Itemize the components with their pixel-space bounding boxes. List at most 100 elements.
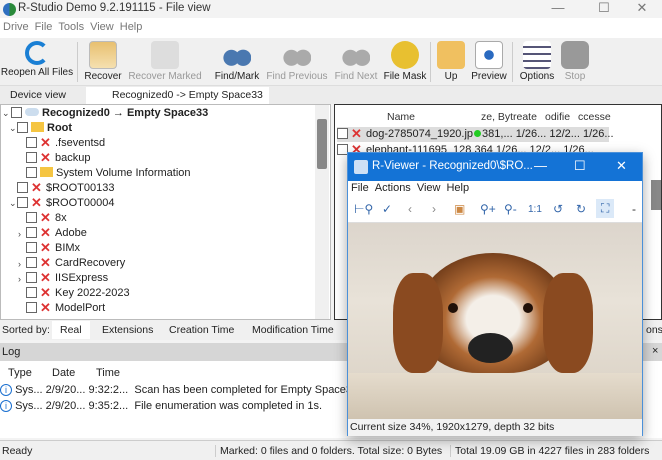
fit-to-window-icon[interactable]: ⛶ — [596, 199, 615, 218]
options-button[interactable]: Options — [517, 38, 557, 86]
check-icon[interactable]: ✓ — [382, 202, 392, 216]
recover-button[interactable]: Recover — [82, 38, 124, 86]
sliders-icon — [523, 41, 551, 69]
column-accessed[interactable]: ccesse — [578, 111, 611, 123]
chevron-right-icon[interactable]: › — [18, 274, 21, 284]
tree-item[interactable]: ✕ $ROOT00004 — [17, 196, 114, 211]
sorted-by-label: Sorted by: — [2, 324, 50, 336]
tree-scrollbar[interactable] — [315, 105, 329, 319]
folder-tree: Recognized0 → Empty Space33 Root ✕ .fseve… — [0, 104, 331, 320]
stop-icon — [561, 41, 589, 69]
tree-item[interactable]: ✕ backup — [26, 151, 90, 166]
menu-bar: Drive File Tools View Help — [0, 18, 662, 38]
sort-tab-creation-time[interactable]: Creation Time — [169, 324, 234, 336]
tree-item[interactable]: ✕ CardRecovery — [26, 256, 125, 271]
tab-recognized0[interactable]: Recognized0 -> Empty Space33 — [86, 87, 269, 104]
tree-item[interactable]: System Volume Information — [26, 166, 191, 181]
reopen-all-files-button[interactable]: Reopen All Files — [0, 38, 74, 86]
log-col-type[interactable]: Type — [8, 367, 32, 379]
viewer-menu-file[interactable]: File — [348, 181, 372, 195]
go-to-icon[interactable]: ⊢⚲ — [354, 202, 373, 216]
tab-device-view[interactable]: Device view — [4, 87, 72, 104]
tree-item[interactable]: ✕ ModelPort — [26, 301, 105, 316]
column-modified[interactable]: odifie — [545, 111, 570, 123]
menu-view[interactable]: View — [87, 18, 117, 36]
menu-help[interactable]: Help — [117, 18, 146, 36]
log-close-button[interactable]: × — [652, 345, 658, 357]
sort-tab-real[interactable]: Real — [52, 321, 90, 339]
menu-tools[interactable]: Tools — [55, 18, 87, 36]
viewer-menu-help[interactable]: Help — [443, 181, 472, 195]
log-row[interactable]: i Sys... 2/9/20... 9:35:2... File enumer… — [0, 399, 322, 414]
rotate-left-icon[interactable]: ↺ — [553, 202, 563, 216]
find-next-button[interactable]: Find Next — [332, 38, 380, 86]
actual-size-icon[interactable]: 1:1 — [528, 204, 542, 215]
log-col-time[interactable]: Time — [96, 367, 120, 379]
tree-item[interactable]: ✕ $ROOT00133 — [17, 181, 114, 196]
column-size[interactable]: ze, Byt — [481, 111, 513, 123]
view-tabs: Device view Recognized0 -> Empty Space33 — [0, 86, 662, 104]
chevron-down-icon[interactable]: ⌄ — [9, 198, 17, 209]
preview-button[interactable]: Preview — [469, 38, 509, 86]
find-previous-button[interactable]: Find Previous — [264, 38, 330, 86]
log-col-date[interactable]: Date — [52, 367, 75, 379]
viewer-menu-view[interactable]: View — [414, 181, 444, 195]
stop-button[interactable]: Stop — [559, 38, 591, 86]
tree-item[interactable]: ✕ BIMx — [26, 241, 80, 256]
list-scrollbar[interactable] — [651, 180, 661, 210]
tree-item[interactable]: ✕ Adobe — [26, 226, 87, 241]
column-created[interactable]: reate — [513, 111, 537, 123]
chevron-right-icon[interactable]: › — [18, 229, 21, 239]
status-ready: Ready — [2, 445, 33, 457]
sort-tab-extensions[interactable]: Extensions — [102, 324, 153, 336]
viewer-app-icon — [354, 160, 368, 174]
previous-icon[interactable]: ‹ — [408, 202, 412, 216]
deleted-folder-icon: ✕ — [40, 225, 51, 240]
tree-item[interactable]: Recognized0 → Empty Space33 — [3, 106, 208, 121]
up-button[interactable]: Up — [435, 38, 467, 86]
tree-item[interactable]: ✕ IISExpress — [26, 271, 108, 286]
zoom-out-icon[interactable]: ⚲- — [504, 202, 517, 216]
sort-tab-partial[interactable]: ons — [646, 324, 662, 336]
tree-item[interactable]: ✕ .fseventsd — [26, 136, 105, 151]
close-button[interactable]: ✕ — [622, 0, 662, 18]
column-name[interactable]: Name — [387, 111, 415, 123]
binoculars-prev-icon — [283, 41, 311, 69]
tree-item[interactable]: Root — [9, 121, 72, 136]
viewer-minimize-button[interactable]: — — [534, 158, 547, 173]
table-row[interactable]: ✕ dog-2785074_1920.jp 381,... 1/26... 12/2… — [337, 127, 614, 142]
menu-drive[interactable]: Drive — [0, 18, 32, 36]
tree-item[interactable]: ✕ Key 2022-2023 — [26, 286, 130, 301]
tree-item[interactable]: ✕ 8x — [26, 211, 67, 226]
chevron-down-icon[interactable]: ⌄ — [9, 123, 17, 134]
next-icon[interactable]: › — [432, 202, 436, 216]
log-row[interactable]: i Sys... 2/9/20... 9:32:2... Scan has be… — [0, 383, 358, 398]
title-bar: R-Studio Demo 9.2.191115 - File view — ☐… — [0, 0, 662, 18]
app-logo-icon — [3, 3, 16, 16]
deleted-folder-icon: ✕ — [31, 180, 42, 195]
zoom-in-icon[interactable]: ⚲+ — [480, 202, 496, 216]
mask-icon — [391, 41, 419, 69]
scrollbar-thumb[interactable] — [317, 119, 327, 169]
save-image-icon[interactable]: ▣ — [454, 202, 465, 216]
sort-tab-modification-time[interactable]: Modification Time — [252, 324, 334, 336]
binoculars-icon — [223, 41, 251, 69]
binoculars-next-icon — [342, 41, 370, 69]
viewer-menu-actions[interactable]: Actions — [372, 181, 414, 195]
find-mark-button[interactable]: Find/Mark — [212, 38, 262, 86]
file-mask-button[interactable]: File Mask — [382, 38, 428, 86]
viewer-maximize-button[interactable]: ☐ — [574, 158, 586, 174]
viewer-close-button[interactable]: ✕ — [616, 158, 627, 174]
more-icon[interactable]: - — [632, 202, 636, 216]
recover-marked-button[interactable]: Recover Marked — [127, 38, 203, 86]
chevron-right-icon[interactable]: › — [18, 259, 21, 269]
menu-file[interactable]: File — [32, 18, 56, 36]
viewer-title-bar: R-Viewer - Recognized0\$RO... — ☐ ✕ — [348, 153, 642, 181]
rotate-right-icon[interactable]: ↻ — [576, 202, 586, 216]
minimize-button[interactable]: — — [538, 0, 578, 18]
viewer-status-bar: Current size 34%, 1920x1279, depth 32 bi… — [348, 419, 642, 436]
maximize-button[interactable]: ☐ — [584, 0, 624, 18]
deleted-folder-icon: ✕ — [40, 255, 51, 270]
viewer-title: R-Viewer - Recognized0\$RO... — [372, 160, 533, 172]
chevron-down-icon[interactable]: ⌄ — [2, 108, 10, 119]
